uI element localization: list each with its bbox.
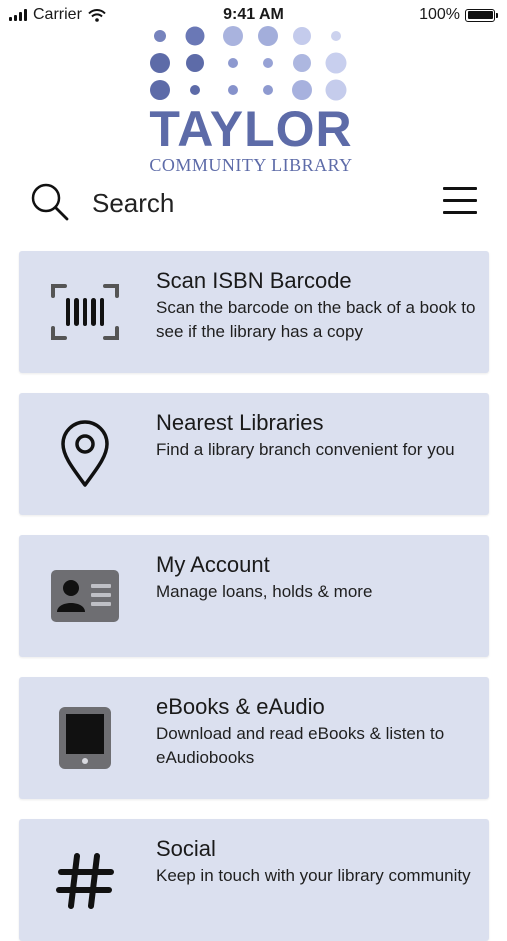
id-card-icon — [45, 561, 125, 631]
card-scan-isbn[interactable]: Scan ISBN Barcode Scan the barcode on th… — [19, 251, 489, 373]
card-ebooks-eaudio[interactable]: eBooks & eAudio Download and read eBooks… — [19, 677, 489, 799]
logo-subtitle: COMMUNITY LIBRARY — [149, 155, 353, 175]
card-social[interactable]: Social Keep in touch with your library c… — [19, 819, 489, 941]
search-bar[interactable]: Search — [0, 178, 507, 228]
card-title: My Account — [156, 552, 270, 577]
card-title: Scan ISBN Barcode — [156, 268, 352, 293]
search-label[interactable]: Search — [92, 188, 174, 219]
library-logo: TAYLOR COMMUNITY LIBRARY — [140, 20, 370, 180]
card-my-account[interactable]: My Account Manage loans, holds & more — [19, 535, 489, 657]
hashtag-icon — [45, 845, 125, 915]
battery-percent: 100% — [419, 6, 460, 23]
battery-group: 100% — [419, 6, 498, 24]
barcode-scan-icon — [45, 277, 125, 347]
card-description: Download and read eBooks & listen to eAu… — [156, 724, 445, 767]
logo-dots-icon — [150, 26, 347, 101]
card-description: Scan the barcode on the back of a book t… — [156, 298, 476, 341]
card-title: Social — [156, 836, 216, 861]
hamburger-menu-icon[interactable] — [443, 187, 477, 215]
map-pin-icon — [45, 419, 125, 489]
battery-icon — [465, 8, 498, 22]
card-title: Nearest Libraries — [156, 410, 324, 435]
search-icon[interactable] — [30, 182, 70, 222]
card-nearest-libraries[interactable]: Nearest Libraries Find a library branch … — [19, 393, 489, 515]
card-description: Keep in touch with your library communit… — [156, 866, 471, 885]
card-description: Manage loans, holds & more — [156, 582, 373, 601]
card-description: Find a library branch convenient for you — [156, 440, 455, 459]
logo-title: TAYLOR — [149, 101, 353, 157]
tablet-icon — [45, 703, 125, 773]
card-title: eBooks & eAudio — [156, 694, 325, 719]
